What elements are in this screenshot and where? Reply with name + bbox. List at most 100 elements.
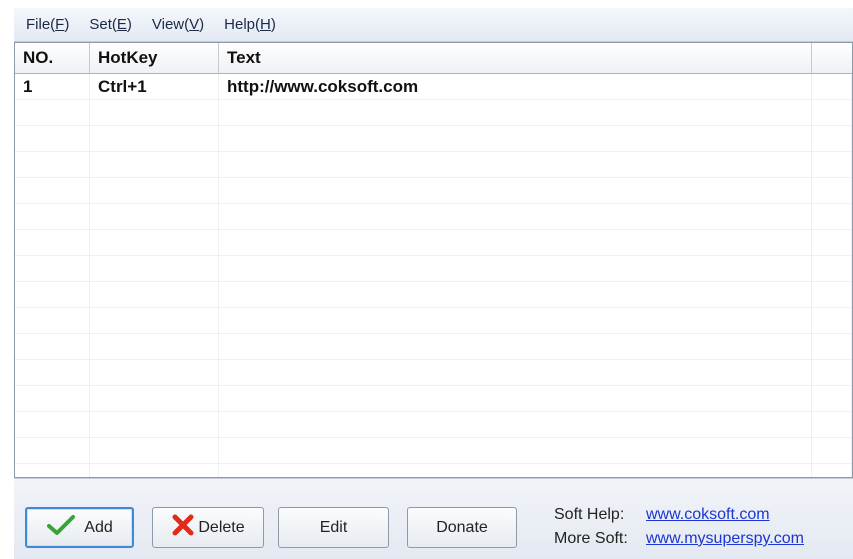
empty-cell xyxy=(15,386,90,411)
empty-cell xyxy=(90,438,219,463)
list-rows: 1 Ctrl+1 http://www.coksoft.com xyxy=(15,74,852,477)
empty-row xyxy=(15,282,852,308)
empty-row xyxy=(15,126,852,152)
empty-cell xyxy=(219,204,812,229)
edit-button[interactable]: Edit xyxy=(278,507,389,548)
empty-cell xyxy=(812,204,852,229)
menu-set[interactable]: Set(E) xyxy=(79,8,142,41)
empty-cell xyxy=(15,230,90,255)
empty-cell xyxy=(812,152,852,177)
soft-help-label: Soft Help: xyxy=(554,506,625,523)
empty-cell xyxy=(219,178,812,203)
delete-button[interactable]: Delete xyxy=(152,507,264,548)
menu-help[interactable]: Help(H) xyxy=(214,8,286,41)
empty-cell xyxy=(812,256,852,281)
edit-button-label: Edit xyxy=(319,518,348,536)
row-filler-cell xyxy=(812,74,852,99)
empty-cell xyxy=(15,178,90,203)
empty-cell xyxy=(219,360,812,385)
empty-cell xyxy=(15,360,90,385)
column-header-filler xyxy=(812,43,852,73)
row-text-cell: http://www.coksoft.com xyxy=(219,74,812,99)
empty-cell xyxy=(812,282,852,307)
table-row[interactable]: 1 Ctrl+1 http://www.coksoft.com xyxy=(15,74,852,100)
empty-cell xyxy=(219,334,812,359)
empty-cell xyxy=(15,282,90,307)
empty-cell xyxy=(812,230,852,255)
empty-cell xyxy=(812,412,852,437)
hotkey-list[interactable]: NO. HotKey Text 1 Ctrl+1 http://www.coksof… xyxy=(14,42,853,478)
empty-cell xyxy=(15,152,90,177)
empty-cell xyxy=(812,464,852,477)
empty-cell xyxy=(219,256,812,281)
empty-row xyxy=(15,386,852,412)
empty-cell xyxy=(90,334,219,359)
delete-x-icon xyxy=(171,513,195,542)
empty-row xyxy=(15,100,852,126)
menu-file[interactable]: File(F) xyxy=(14,8,79,41)
row-no-cell: 1 xyxy=(15,74,90,99)
empty-cell xyxy=(90,464,219,477)
donate-button[interactable]: Donate xyxy=(407,507,517,548)
empty-row xyxy=(15,178,852,204)
soft-help-link[interactable]: www.coksoft.com xyxy=(646,506,770,523)
empty-cell xyxy=(812,126,852,151)
empty-row xyxy=(15,412,852,438)
empty-row xyxy=(15,230,852,256)
donate-button-label: Donate xyxy=(436,518,488,536)
menu-bar: File(F) Set(E) View(V) Help(H) xyxy=(14,8,853,42)
empty-cell xyxy=(90,360,219,385)
empty-cell xyxy=(90,412,219,437)
empty-cell xyxy=(219,152,812,177)
empty-cell xyxy=(15,100,90,125)
help-links: Soft Help: www.coksoft.com More Soft: www.… xyxy=(554,503,804,551)
add-button[interactable]: Add xyxy=(25,507,134,548)
empty-cell xyxy=(90,126,219,151)
empty-cell xyxy=(15,256,90,281)
empty-cell xyxy=(15,438,90,463)
empty-cell xyxy=(15,412,90,437)
empty-cell xyxy=(219,282,812,307)
delete-button-label: Delete xyxy=(198,518,245,536)
bottom-panel: Add Delete Edit Donate Soft Help: www.cok… xyxy=(14,478,853,559)
column-header-hotkey[interactable]: HotKey xyxy=(90,43,219,73)
empty-cell xyxy=(15,126,90,151)
empty-cell xyxy=(812,334,852,359)
list-header: NO. HotKey Text xyxy=(15,43,852,74)
empty-cell xyxy=(90,178,219,203)
row-hotkey-cell: Ctrl+1 xyxy=(90,74,219,99)
empty-row xyxy=(15,464,852,477)
add-button-label: Add xyxy=(84,518,113,536)
empty-cell xyxy=(90,204,219,229)
empty-cell xyxy=(219,412,812,437)
empty-row xyxy=(15,152,852,178)
empty-cell xyxy=(812,308,852,333)
empty-cell xyxy=(219,438,812,463)
menu-view[interactable]: View(V) xyxy=(142,8,214,41)
empty-row xyxy=(15,334,852,360)
empty-cell xyxy=(219,464,812,477)
empty-cell xyxy=(812,438,852,463)
empty-cell xyxy=(90,386,219,411)
empty-cell xyxy=(90,100,219,125)
empty-cell xyxy=(90,308,219,333)
empty-cell xyxy=(812,178,852,203)
empty-cell xyxy=(219,386,812,411)
empty-cell xyxy=(90,282,219,307)
empty-cell xyxy=(90,256,219,281)
more-soft-link[interactable]: www.mysuperspy.com xyxy=(646,530,804,547)
column-header-text[interactable]: Text xyxy=(219,43,812,73)
empty-cell xyxy=(219,308,812,333)
empty-cell xyxy=(90,230,219,255)
empty-cell xyxy=(15,464,90,477)
empty-cell xyxy=(812,386,852,411)
column-header-no[interactable]: NO. xyxy=(15,43,90,73)
empty-cell xyxy=(15,334,90,359)
empty-row xyxy=(15,360,852,386)
empty-cell xyxy=(219,126,812,151)
empty-cell xyxy=(219,230,812,255)
empty-row xyxy=(15,256,852,282)
empty-row xyxy=(15,204,852,230)
empty-cell xyxy=(812,100,852,125)
more-soft-label: More Soft: xyxy=(554,530,628,547)
